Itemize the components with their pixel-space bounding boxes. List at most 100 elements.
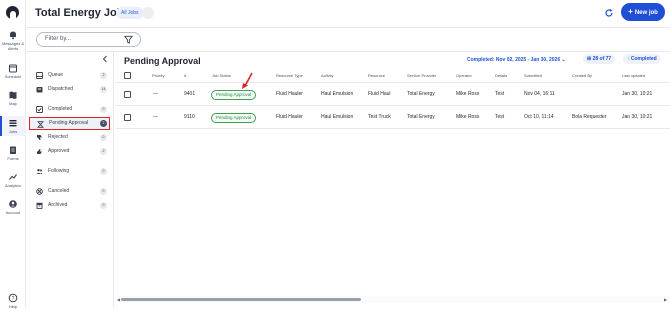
provider-cell: Total Energy <box>407 91 435 97</box>
result-count: 28 of 77 <box>592 56 612 62</box>
status-item-canceled[interactable]: Canceled 0 <box>26 186 114 197</box>
new-job-button[interactable]: + New job <box>621 3 665 21</box>
resource-cell: Fluid Haul <box>368 91 391 97</box>
status-item-pending-approval[interactable]: Pending Approval 2 <box>29 117 110 130</box>
column-header[interactable]: # <box>184 68 186 83</box>
rail-label: Account <box>5 210 21 215</box>
updated-cell: Jan 30, 10:21 <box>622 91 653 97</box>
scroll-left-icon[interactable]: ◀ <box>117 297 120 302</box>
list-icon <box>9 120 17 127</box>
column-header[interactable]: Activity <box>321 68 334 83</box>
rail-item-forms[interactable]: Forms <box>0 145 26 161</box>
thumbs-up-icon <box>37 149 42 154</box>
column-header[interactable]: Details <box>495 68 507 83</box>
date-range-dropdown[interactable]: Completed: Nov 02, 2025 - Jan 30, 2026 ⌄ <box>467 57 566 63</box>
status-item-rejected[interactable]: Rejected 0 <box>26 132 114 143</box>
rail-item-account[interactable]: Account <box>0 199 26 215</box>
select-all-checkbox[interactable] <box>124 72 131 79</box>
column-header[interactable]: Last updated <box>622 68 645 83</box>
rail-item-jobs[interactable]: Jobs <box>0 116 26 136</box>
status-badge: Pending Approval <box>211 113 257 123</box>
status-label: Pending Approval <box>49 120 89 126</box>
status-item-dispatched[interactable]: Dispatched 14 <box>26 84 114 95</box>
nav-rail: Messages & Alerts Schedule Map Jobs Form… <box>0 0 26 309</box>
count-badge: 0 <box>100 168 107 175</box>
table-row[interactable]: — 9401 Pending Approval Fluid Hauler Hau… <box>116 83 670 106</box>
status-item-following[interactable]: Following 0 <box>26 166 114 177</box>
submitted-cell: Nov 04, 16:11 <box>524 91 555 97</box>
status-item-queue[interactable]: Queue 2 <box>26 70 114 81</box>
column-header[interactable]: Service Provider <box>407 68 436 83</box>
status-label: Queue <box>48 72 64 78</box>
rail-item-messages[interactable]: Messages & Alerts <box>0 30 26 51</box>
rail-label: Analytics <box>4 183 21 188</box>
account-circle-icon <box>9 200 17 208</box>
rail-item-analytics[interactable]: Analytics <box>0 172 26 188</box>
column-header[interactable]: Operator <box>456 68 472 83</box>
rail-item-map[interactable]: Map <box>0 90 26 106</box>
count-badge: 14 <box>100 86 107 93</box>
scroll-right-icon[interactable]: ▶ <box>664 297 667 302</box>
refresh-icon[interactable] <box>604 8 614 18</box>
chevron-left-icon[interactable] <box>102 55 108 63</box>
operator-cell: Mike Ross <box>456 91 480 97</box>
rail-label: Schedule <box>4 74 22 79</box>
status-item-approved[interactable]: Approved 2 <box>26 146 114 157</box>
section-title: Pending Approval <box>124 56 201 66</box>
people-icon <box>36 169 43 174</box>
checkbox-icon <box>36 106 43 113</box>
cancel-circle-icon <box>36 188 43 195</box>
resource-cell: Test Truck <box>368 114 391 120</box>
count-badge: 2 <box>100 72 107 79</box>
table-row[interactable]: — 9110 Pending Approval Fluid Hauler Hau… <box>116 106 670 129</box>
resource-type-cell: Fluid Hauler <box>276 114 303 120</box>
hourglass-icon <box>37 121 44 128</box>
count-badge: 2 <box>100 148 107 155</box>
details-cell: Test <box>495 91 505 97</box>
status-item-completed[interactable]: Completed 0 <box>26 104 114 115</box>
document-icon <box>10 146 16 154</box>
table-header: Priority # Job Status Resource Type Acti… <box>116 68 670 83</box>
inbox-icon <box>36 72 43 79</box>
rail-label: Jobs <box>8 129 18 134</box>
filter-input[interactable]: Filter by... <box>36 32 141 47</box>
row-checkbox[interactable] <box>124 91 131 98</box>
trend-line-icon <box>9 174 17 180</box>
more-filter-chip[interactable] <box>142 7 154 19</box>
count-badge: 0 <box>100 134 107 141</box>
operator-cell: Mike Ross <box>456 114 480 120</box>
row-checkbox[interactable] <box>124 114 131 121</box>
column-header[interactable]: Created By <box>572 68 592 83</box>
count-badge: 0 <box>100 106 107 113</box>
status-label: Following <box>48 168 70 174</box>
status-item-archived[interactable]: Archived 0 <box>26 200 114 211</box>
job-id-cell: 9110 <box>184 114 195 120</box>
dispatched-box-icon <box>36 87 43 93</box>
status-label: Canceled <box>48 188 70 194</box>
help-circle-icon: ? <box>8 293 18 303</box>
status-label: Completed <box>48 106 73 112</box>
new-job-label: New job <box>634 10 658 16</box>
column-header[interactable]: Resource <box>368 68 385 83</box>
result-count-badge[interactable]: ⊞ 28 of 77 <box>583 54 616 64</box>
count-badge: 2 <box>100 120 107 127</box>
count-badge: 0 <box>100 188 107 195</box>
svg-text:?: ? <box>12 296 15 302</box>
status-label: Archived <box>48 202 68 208</box>
column-header[interactable]: Priority <box>152 68 164 83</box>
rail-label: Forms <box>7 156 19 161</box>
priority-cell: — <box>153 114 158 120</box>
updated-cell: Jan 30, 10:21 <box>622 114 653 120</box>
column-header[interactable]: Resource Type <box>276 68 303 83</box>
status-badge: Pending Approval <box>211 90 257 100</box>
all-jobs-chip[interactable]: All Jobs <box>116 7 144 19</box>
column-header[interactable]: Submitted <box>524 68 542 83</box>
horizontal-scrollbar-thumb[interactable] <box>121 298 361 301</box>
rail-item-schedule[interactable]: Schedule <box>0 63 26 79</box>
funnel-icon[interactable] <box>124 35 133 44</box>
column-header[interactable]: Job Status <box>212 68 231 83</box>
job-id-cell: 9401 <box>184 91 196 97</box>
priority-cell: — <box>153 91 158 97</box>
app-logo-icon[interactable] <box>6 6 19 19</box>
sort-button[interactable]: ↑ Completed <box>623 54 661 64</box>
